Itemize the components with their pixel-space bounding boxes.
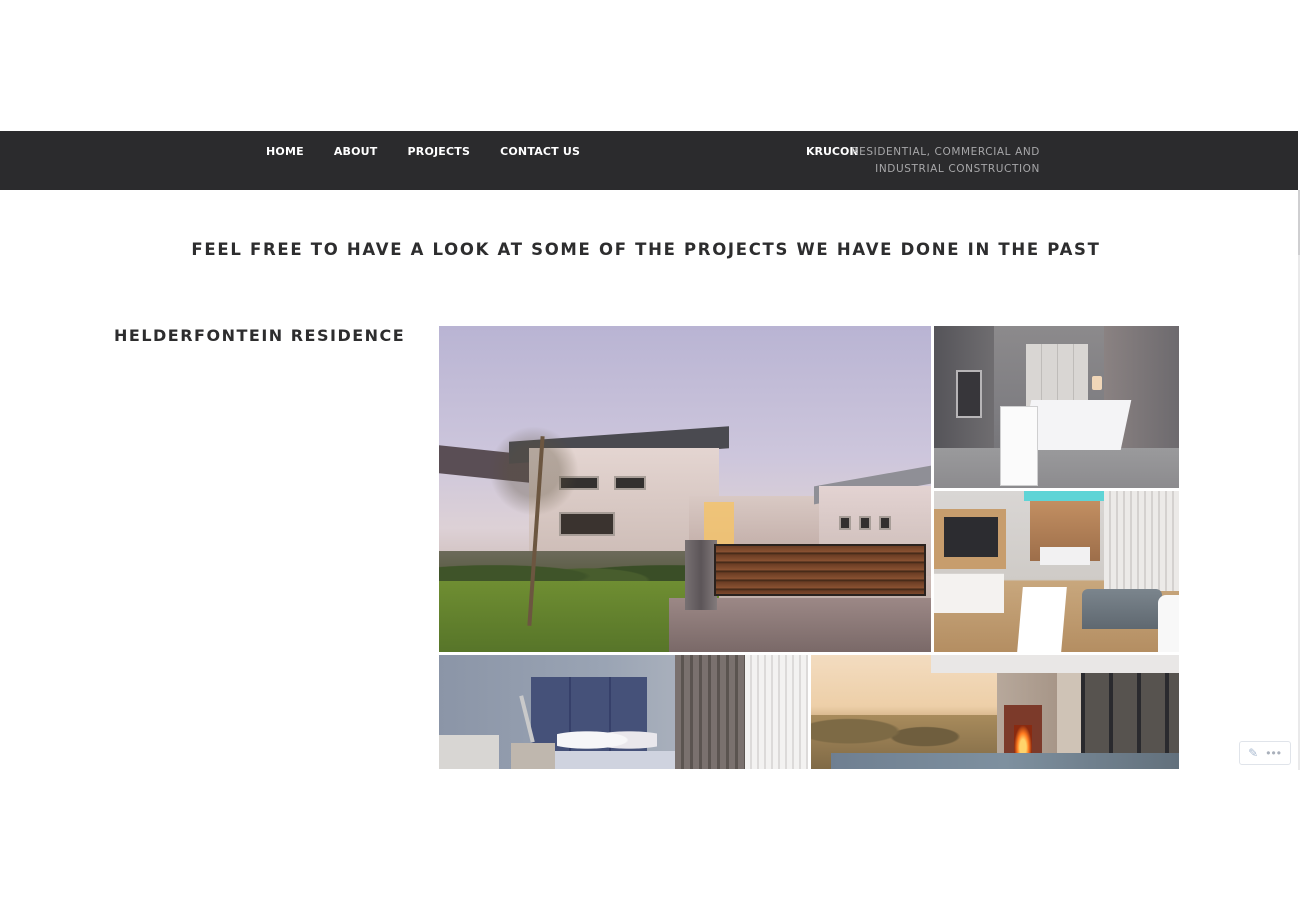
nav-about-link[interactable]: ABOUT xyxy=(334,145,378,159)
nav-contact-link[interactable]: CONTACT US xyxy=(500,145,580,159)
tagline-line-2: INDUSTRIAL CONSTRUCTION xyxy=(875,162,1040,175)
tagline-line-1: RESIDENTIAL, COMMERCIAL AND xyxy=(851,146,1040,158)
gallery-image-house-exterior[interactable] xyxy=(439,326,931,652)
main-nav: HOME ABOUT PROJECTS CONTACT US xyxy=(266,145,610,159)
pencil-icon[interactable]: ✎ xyxy=(1248,747,1258,759)
site-navbar: HOME ABOUT PROJECTS CONTACT US KRUCON RE… xyxy=(0,131,1298,190)
page-heading: FEEL FREE TO HAVE A LOOK AT SOME OF THE … xyxy=(191,240,1101,259)
more-icon[interactable]: ••• xyxy=(1266,747,1282,759)
gallery-image-patio-fireplace[interactable] xyxy=(811,655,1179,769)
gallery-image-lounge[interactable] xyxy=(934,491,1179,652)
project-title: HELDERFONTEIN RESIDENCE xyxy=(114,326,406,345)
nav-home-link[interactable]: HOME xyxy=(266,145,304,159)
nav-projects-link[interactable]: PROJECTS xyxy=(408,145,471,159)
edit-widget: ✎ ••• xyxy=(1239,741,1291,765)
site-tagline: RESIDENTIAL, COMMERCIAL AND INDUSTRIAL C… xyxy=(850,144,1040,177)
gallery-image-blue-bedroom[interactable] xyxy=(439,655,808,769)
gallery-image-bedroom-grey[interactable] xyxy=(934,326,1179,488)
